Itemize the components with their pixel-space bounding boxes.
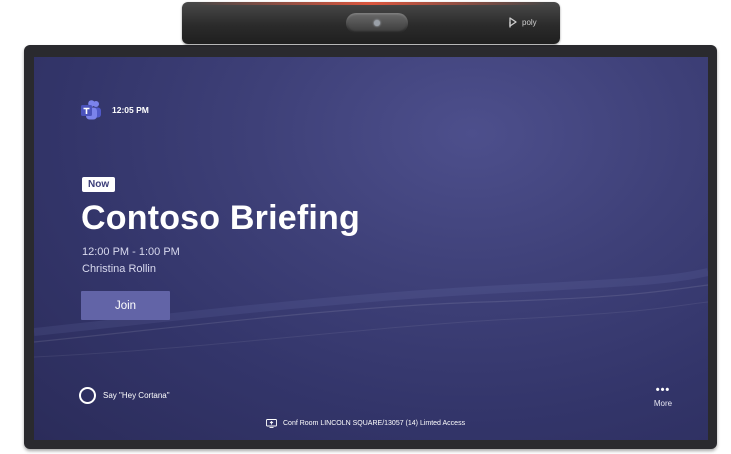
cortana-prompt[interactable]: Say "Hey Cortana" bbox=[79, 387, 170, 404]
screen-share-icon bbox=[266, 419, 277, 428]
more-icon: ••• bbox=[655, 384, 671, 396]
meeting-organizer: Christina Rollin bbox=[82, 263, 156, 275]
cortana-icon bbox=[79, 387, 96, 404]
now-badge: Now bbox=[82, 177, 116, 192]
meeting-title: Contoso Briefing bbox=[81, 199, 360, 237]
room-name: Conf Room LINCOLN SQUARE/13057 (14) Limt… bbox=[283, 420, 466, 427]
meeting-time-range: 12:00 PM - 1:00 PM bbox=[82, 246, 180, 258]
camera-bar: poly bbox=[182, 2, 560, 44]
brand-logo: poly bbox=[507, 16, 537, 28]
teams-room-screen: 12:05 PM Now Contoso Briefing 12:00 PM -… bbox=[34, 57, 708, 440]
brand-name: poly bbox=[522, 17, 537, 27]
current-time: 12:05 PM bbox=[112, 105, 149, 115]
microsoft-teams-icon bbox=[81, 100, 101, 120]
camera-lens-dot bbox=[374, 20, 380, 26]
device-stage: poly 12:05 PM Now Contoso Briefing 12:00… bbox=[0, 0, 731, 454]
camera-lens bbox=[346, 13, 408, 33]
room-info: Conf Room LINCOLN SQUARE/13057 (14) Limt… bbox=[266, 419, 465, 428]
poly-logo-icon bbox=[509, 17, 517, 28]
more-label: More bbox=[653, 399, 673, 408]
cortana-label: Say "Hey Cortana" bbox=[103, 391, 170, 400]
more-button[interactable]: ••• More bbox=[645, 384, 681, 409]
join-button[interactable]: Join bbox=[81, 291, 170, 320]
